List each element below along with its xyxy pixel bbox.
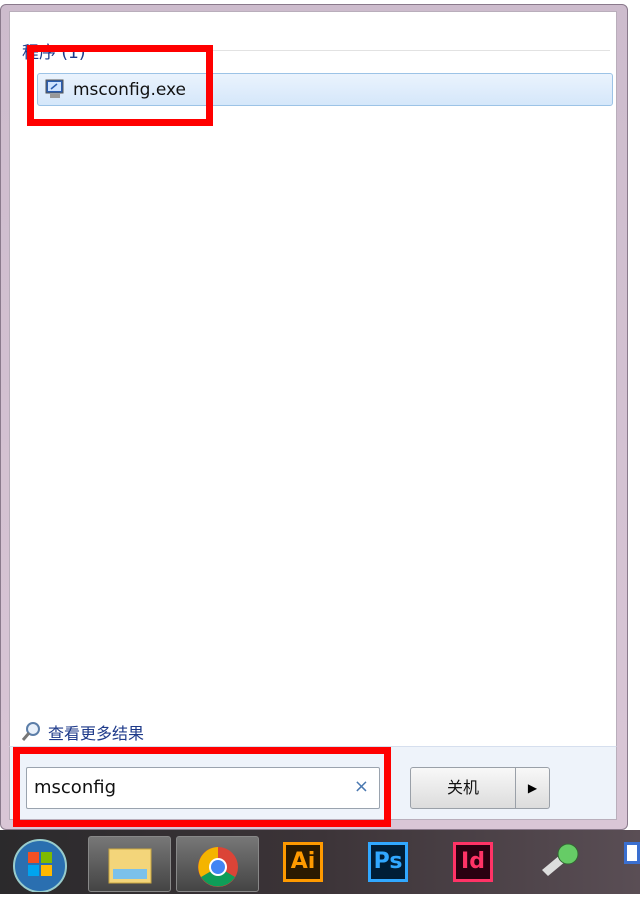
chrome-icon [198, 847, 238, 887]
see-more-results-link[interactable]: 查看更多结果 [20, 720, 144, 744]
taskbar: Ai Ps Id [0, 830, 640, 894]
background-page-strip [628, 0, 640, 830]
taskbar-explorer[interactable] [88, 836, 171, 892]
see-more-label: 查看更多结果 [48, 724, 145, 743]
taskbar-illustrator[interactable]: Ai [283, 842, 323, 882]
taskbar-photoshop[interactable]: Ps [368, 842, 408, 882]
start-button[interactable] [10, 836, 70, 892]
highlight-box [27, 45, 213, 126]
search-icon [21, 722, 40, 741]
highlight-box [13, 747, 391, 827]
shutdown-options-button[interactable]: ▶ [516, 767, 550, 809]
folder-icon [108, 848, 152, 884]
taskbar-indesign[interactable]: Id [453, 842, 493, 882]
notification-icon[interactable] [624, 842, 640, 864]
shutdown-button[interactable]: 关机 [410, 767, 516, 809]
taskbar-chrome[interactable] [176, 836, 259, 892]
app-icon[interactable] [538, 840, 582, 880]
